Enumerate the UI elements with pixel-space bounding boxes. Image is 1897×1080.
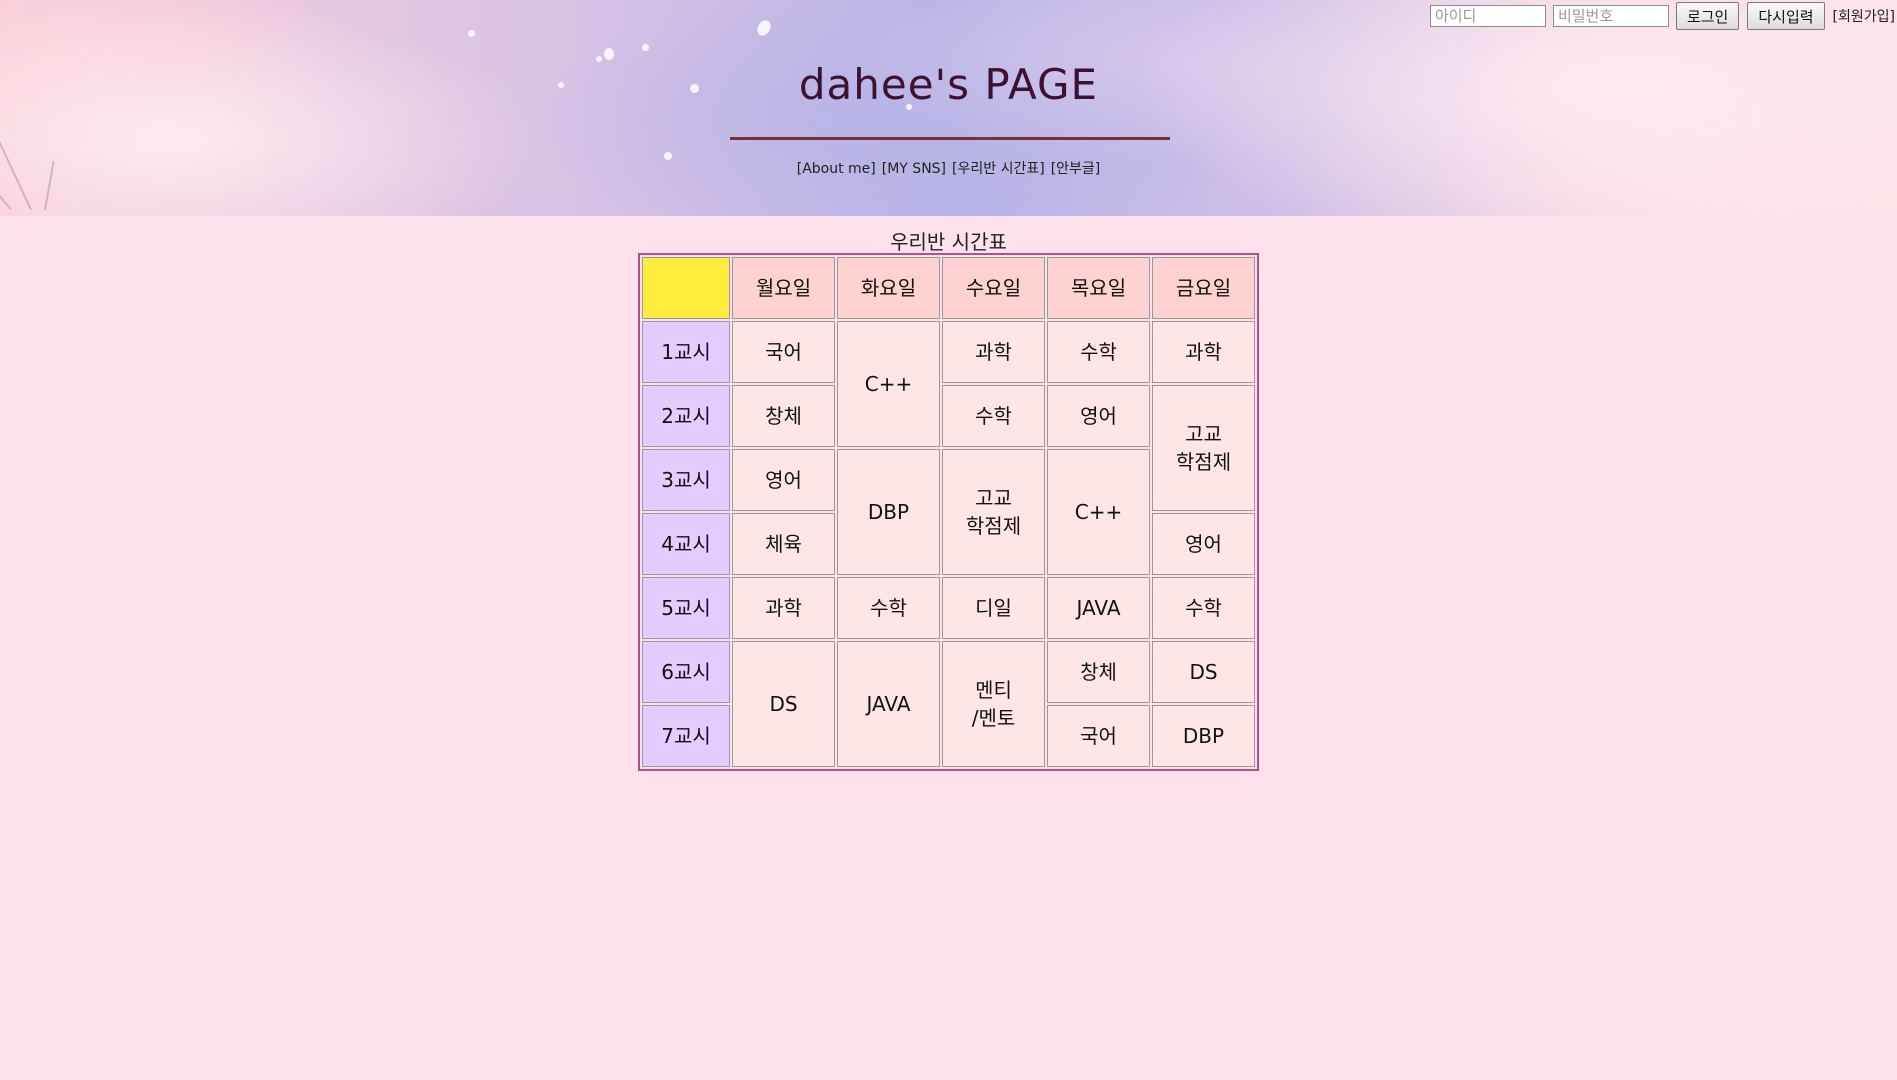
class-cell-fri-5: 수학: [1152, 577, 1255, 639]
class-cell-fri-1: 과학: [1152, 321, 1255, 383]
class-cell-wed-6-7: 멘티 /멘토: [942, 641, 1045, 767]
class-cell-thu-6: 창체: [1047, 641, 1150, 703]
day-header-thu: 목요일: [1047, 257, 1150, 319]
id-input[interactable]: [1429, 5, 1546, 27]
class-cell-fri-6: DS: [1152, 641, 1255, 703]
timetable: 월요일 화요일 수요일 목요일 금요일 1교시 국어 C++ 과학 수학 과학 …: [638, 253, 1259, 771]
period-header-7: 7교시: [642, 705, 730, 767]
class-cell-fri-4: 영어: [1152, 513, 1255, 575]
period-header-5: 5교시: [642, 577, 730, 639]
class-cell-fri-7: DBP: [1152, 705, 1255, 767]
period-header-3: 3교시: [642, 449, 730, 511]
class-cell-mon-5: 과학: [732, 577, 835, 639]
class-cell-mon-4: 체육: [732, 513, 835, 575]
petal-decoration: [642, 44, 649, 51]
nav-link-timetable[interactable]: [우리반 시간표]: [952, 161, 1045, 177]
main-nav: [About me] [MY SNS] [우리반 시간표] [안부글]: [0, 158, 1897, 178]
period-header-1: 1교시: [642, 321, 730, 383]
class-cell-fri-2-3: 고교 학점제: [1152, 385, 1255, 511]
nav-link-about-me[interactable]: [About me]: [797, 161, 876, 177]
class-cell-thu-7: 국어: [1047, 705, 1150, 767]
class-cell-tue-3-4: DBP: [837, 449, 940, 575]
petal-decoration: [604, 48, 614, 60]
class-cell-thu-1: 수학: [1047, 321, 1150, 383]
class-cell-tue-6-7: JAVA: [837, 641, 940, 767]
class-cell-wed-3-4: 고교 학점제: [942, 449, 1045, 575]
header-banner: dahee's PAGE [About me] [MY SNS] [우리반 시간표]…: [0, 0, 1897, 216]
login-button[interactable]: 로그인: [1675, 2, 1740, 30]
class-cell-wed-1: 과학: [942, 321, 1045, 383]
class-cell-mon-2: 창체: [732, 385, 835, 447]
class-cell-wed-5: 디일: [942, 577, 1045, 639]
join-link[interactable]: [회원가입]: [1833, 6, 1895, 26]
class-cell-mon-3: 영어: [732, 449, 835, 511]
password-input[interactable]: [1552, 5, 1669, 27]
title-divider: [730, 137, 1170, 140]
class-cell-mon-1: 국어: [732, 321, 835, 383]
day-header-tue: 화요일: [837, 257, 940, 319]
petal-decoration: [468, 30, 475, 37]
class-cell-thu-5: JAVA: [1047, 577, 1150, 639]
class-cell-thu-2: 영어: [1047, 385, 1150, 447]
nav-link-guestbook[interactable]: [안부글]: [1051, 161, 1101, 177]
login-bar: 로그인 다시입력 [회원가입]: [1429, 2, 1897, 30]
timetable-caption: 우리반 시간표: [890, 230, 1007, 254]
day-header-fri: 금요일: [1152, 257, 1255, 319]
period-header-6: 6교시: [642, 641, 730, 703]
class-cell-mon-6-7: DS: [732, 641, 835, 767]
class-cell-tue-1-2: C++: [837, 321, 940, 447]
corner-cell: [642, 257, 730, 319]
class-cell-tue-5: 수학: [837, 577, 940, 639]
class-cell-thu-3-4: C++: [1047, 449, 1150, 575]
period-header-4: 4교시: [642, 513, 730, 575]
petal-decoration: [754, 18, 774, 38]
day-header-mon: 월요일: [732, 257, 835, 319]
day-header-wed: 수요일: [942, 257, 1045, 319]
period-header-2: 2교시: [642, 385, 730, 447]
class-cell-wed-2: 수학: [942, 385, 1045, 447]
page-title: dahee's PAGE: [798, 60, 1099, 109]
nav-link-my-sns[interactable]: [MY SNS]: [882, 161, 946, 177]
reset-button[interactable]: 다시입력: [1747, 2, 1825, 30]
